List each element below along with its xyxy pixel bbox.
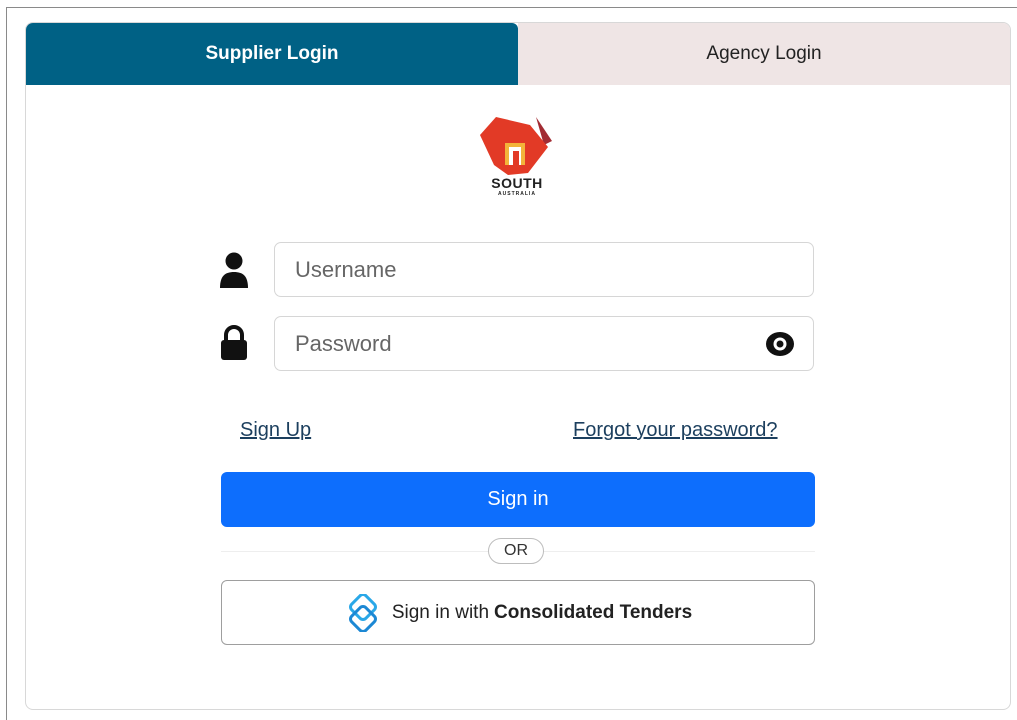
sso-label-prefix: Sign in with [391,601,490,623]
user-icon [220,252,248,288]
or-separator: OR [488,538,544,564]
username-field[interactable] [274,242,814,297]
username-input[interactable] [275,243,813,296]
login-card: Supplier Login Agency Login SOUTH AUSTRA… [25,22,1011,710]
tab-agency-login[interactable]: Agency Login [518,23,1010,85]
sign-up-link[interactable]: Sign Up [240,419,311,442]
logo-text-australia: AUSTRALIA [498,191,536,197]
password-field[interactable] [274,316,814,371]
forgot-password-link[interactable]: Forgot your password? [573,419,778,442]
consolidated-tenders-sign-in-button[interactable]: Sign in with Consolidated Tenders [221,580,815,645]
sso-label-name: Consolidated Tenders [494,601,693,623]
south-australia-logo: SOUTH AUSTRALIA [474,115,560,201]
consolidated-tenders-icon [348,593,377,632]
login-tabs: Supplier Login Agency Login [26,23,1010,85]
lock-icon [221,325,247,360]
sign-in-button[interactable]: Sign in [221,472,815,527]
logo-emblem-icon [480,117,552,175]
password-input[interactable] [275,317,813,370]
eye-icon[interactable] [765,330,795,358]
logo-text-south: SOUTH [491,175,543,191]
tab-supplier-login[interactable]: Supplier Login [26,23,518,85]
